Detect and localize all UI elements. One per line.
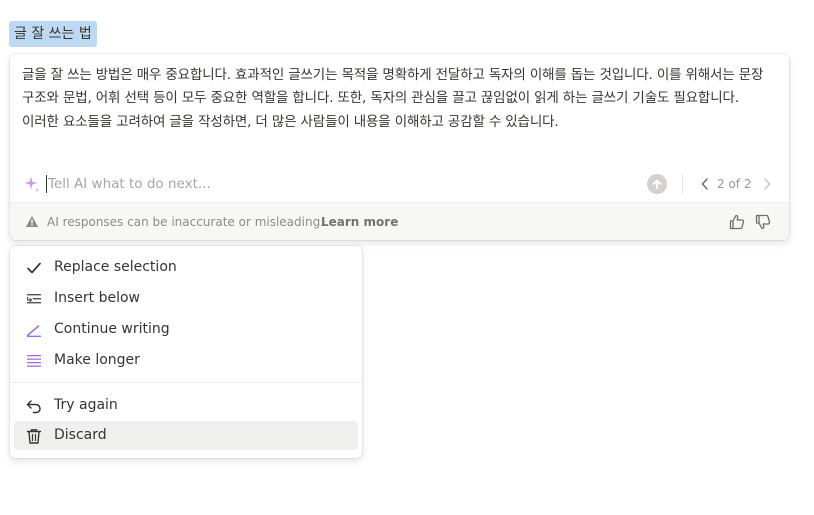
trash-icon <box>26 429 42 444</box>
menu-item-insert-below[interactable]: Insert below <box>14 284 358 313</box>
menu-item-label: Insert below <box>54 290 141 306</box>
ai-action-menu: Replace selection Insert below Continue … <box>10 246 362 458</box>
warning-icon <box>25 216 39 227</box>
checkmark-icon <box>27 262 41 274</box>
menu-item-label: Continue writing <box>54 321 170 337</box>
menu-item-discard[interactable]: Discard <box>14 421 358 450</box>
menu-divider <box>10 382 362 383</box>
menu-item-make-longer[interactable]: Make longer <box>14 346 358 375</box>
selected-text-highlight[interactable]: 글 잘 쓰는 법 <box>9 21 97 47</box>
ai-prompt-row: 2 of 2 <box>10 168 789 200</box>
undo-arrow-icon <box>26 400 41 414</box>
previous-response-button[interactable] <box>698 176 712 192</box>
chevron-right-icon <box>764 178 771 190</box>
menu-item-label: Make longer <box>54 352 140 368</box>
menu-item-try-again[interactable]: Try again <box>14 391 358 420</box>
pager-label: 2 of 2 <box>717 177 752 191</box>
thumbs-down-icon[interactable] <box>754 213 772 231</box>
pen-line-icon <box>26 325 42 337</box>
ai-disclaimer-text: AI responses can be inaccurate or mislea… <box>47 215 325 229</box>
menu-item-label: Try again <box>54 397 118 413</box>
lines-icon <box>27 355 41 367</box>
ai-response-panel: 글을 잘 쓰는 방법은 매우 중요합니다. 효과적인 글쓰기는 목적을 명확하게… <box>10 54 789 240</box>
text-cursor <box>46 175 47 193</box>
menu-item-replace-selection[interactable]: Replace selection <box>14 253 358 282</box>
menu-item-continue-writing[interactable]: Continue writing <box>14 315 358 344</box>
menu-item-label: Discard <box>54 427 107 443</box>
next-response-button[interactable] <box>760 176 774 192</box>
menu-item-label: Replace selection <box>54 259 177 275</box>
ai-prompt-input[interactable] <box>48 170 608 198</box>
ai-sparkle-icon <box>22 174 42 194</box>
submit-arrow-button[interactable] <box>647 174 667 194</box>
thumbs-up-icon[interactable] <box>728 213 746 231</box>
chevron-left-icon <box>701 178 708 190</box>
insert-below-icon <box>26 294 41 304</box>
ai-disclaimer-footer: AI responses can be inaccurate or mislea… <box>10 202 789 240</box>
ai-response-text: 글을 잘 쓰는 방법은 매우 중요합니다. 효과적인 글쓰기는 목적을 명확하게… <box>22 67 764 130</box>
learn-more-link[interactable]: Learn more <box>321 213 398 231</box>
arrow-up-icon <box>652 179 662 189</box>
pager-divider <box>682 174 683 194</box>
